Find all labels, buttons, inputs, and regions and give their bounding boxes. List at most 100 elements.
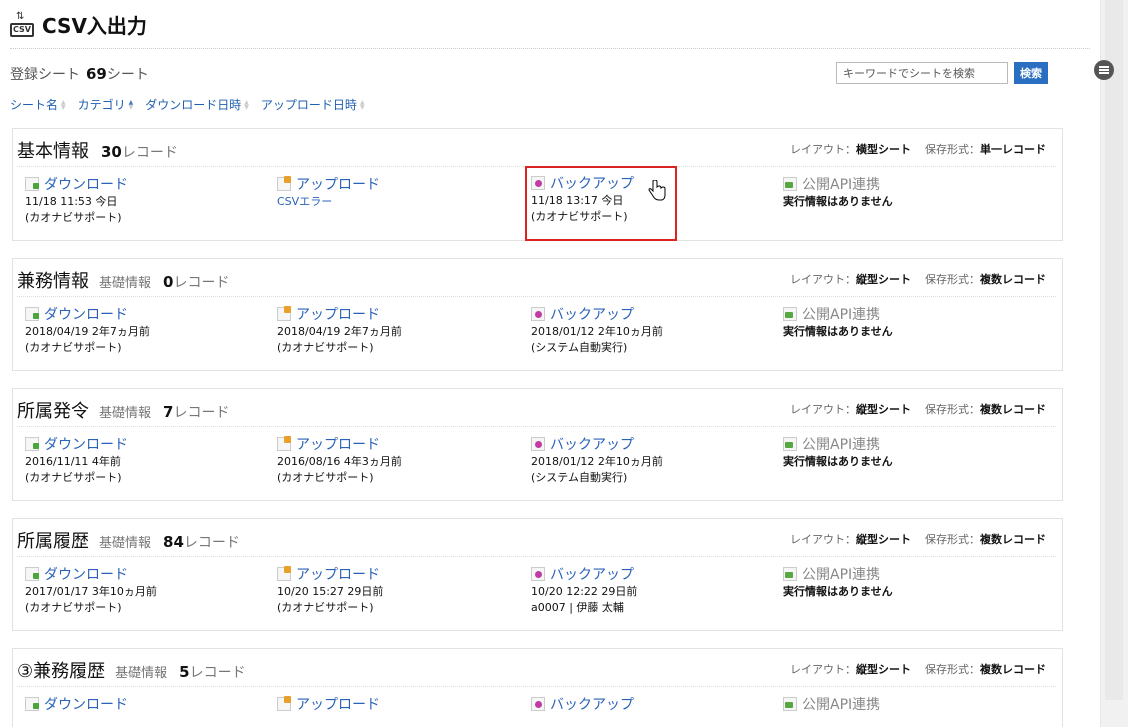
backup-link[interactable]: バックアップ [531, 564, 771, 584]
sort-item[interactable]: カテゴリ ▲ ▼ [78, 96, 134, 113]
scrollbar-thumb[interactable] [1105, 0, 1123, 700]
api-column: 公開API連携 実行情報はありません [783, 174, 1023, 210]
backup-link[interactable]: バックアップ [531, 434, 771, 454]
upload-link[interactable]: アップロード [277, 434, 517, 454]
api-icon [783, 437, 797, 451]
backup-label: バックアップ [550, 567, 634, 583]
download-label: ダウンロード [44, 437, 128, 453]
record-count: 84 [163, 533, 184, 551]
api-status: 実行情報はありません [783, 325, 893, 338]
backup-column: バックアップ [531, 694, 771, 714]
format-label: 保存形式： [925, 273, 980, 286]
download-column: ダウンロード 2018/04/19 2年7ヵ月前 (カオナビサポート) [25, 304, 265, 356]
layout-label: レイアウト： [790, 403, 856, 416]
upload-link[interactable]: アップロード [277, 564, 517, 584]
sort-bar: シート名 ▲ ▼ カテゴリ ▲ ▼ ダウンロード日時 ▲ ▼ アップロード日時 ▲ ▼ [10, 96, 377, 113]
format-value: 複数レコード [980, 533, 1046, 546]
api-column: 公開API連携 [783, 694, 1023, 714]
download-icon [25, 567, 39, 581]
sheet-name[interactable]: 兼務情報 [17, 267, 89, 293]
sheet-meta: レイアウト：縦型シート 保存形式：複数レコード [790, 401, 1046, 417]
upload-label: アップロード [296, 177, 380, 193]
upload-column: アップロード CSVエラー [277, 174, 517, 210]
api-link[interactable]: 公開API連携 [783, 564, 1023, 584]
backup-column: バックアップ 2018/01/12 2年10ヵ月前 (システム自動実行) [531, 434, 771, 486]
sheet-meta: レイアウト：縦型シート 保存形式：複数レコード [790, 271, 1046, 287]
sheet-card: ③兼務履歴 基礎情報 5 レコード レイアウト：縦型シート 保存形式：複数レコード ダウンロ… [12, 648, 1063, 727]
page-header: ⇅ CSV CSV入出力 [10, 10, 147, 39]
sort-item[interactable]: ダウンロード日時 ▲ ▼ [145, 96, 249, 113]
upload-label: アップロード [296, 697, 380, 713]
download-link[interactable]: ダウンロード [25, 174, 265, 194]
format-label: 保存形式： [925, 403, 980, 416]
backup-link[interactable]: バックアップ [531, 694, 771, 714]
summary-unit: シート [106, 67, 149, 83]
upload-icon [277, 176, 291, 191]
backup-user: (システム自動実行) [531, 341, 628, 354]
upload-user: (カオナビサポート) [277, 601, 374, 614]
sheet-name[interactable]: 所属履歴 [17, 527, 89, 553]
sheet-card: 兼務情報 基礎情報 0 レコード レイアウト：縦型シート 保存形式：複数レコードダウンロー… [12, 258, 1063, 371]
upload-date[interactable]: CSVエラー [277, 194, 517, 210]
api-link[interactable]: 公開API連携 [783, 434, 1023, 454]
sheet-card: 所属履歴 基礎情報 84 レコード レイアウト：縦型シート 保存形式：複数レコード ダウンロ… [12, 518, 1063, 631]
api-status: 実行情報はありません [783, 195, 893, 208]
layout-label: レイアウト： [790, 143, 856, 156]
search-input[interactable] [836, 62, 1008, 84]
api-icon [783, 307, 797, 321]
search-button[interactable]: 検索 [1014, 62, 1048, 84]
api-link[interactable]: 公開API連携 [783, 174, 1023, 194]
upload-column: アップロード 2016/08/16 4年3ヵ月前 (カオナビサポート) [277, 434, 517, 486]
sort-item[interactable]: アップロード日時 ▲ ▼ [261, 96, 365, 113]
api-column: 公開API連携実行情報はありません [783, 304, 1023, 340]
record-count: 5 [179, 663, 190, 681]
sort-item[interactable]: シート名 ▲ ▼ [10, 96, 66, 113]
upload-link[interactable]: アップロード [277, 174, 517, 194]
sheet-name[interactable]: 所属発令 [17, 397, 89, 423]
sheet-category: 基礎情報 [115, 666, 168, 681]
download-link[interactable]: ダウンロード [25, 304, 265, 324]
download-user: (カオナビサポート) [25, 211, 122, 224]
sort-arrow-icon: ▲ ▼ [61, 98, 66, 111]
upload-link[interactable]: アップロード [277, 304, 517, 324]
upload-label: アップロード [296, 307, 380, 323]
backup-label: バックアップ [550, 437, 634, 453]
backup-date: 10/20 12:22 29日前 [531, 585, 638, 598]
api-label: 公開API連携 [802, 437, 881, 453]
backup-label: バックアップ [550, 697, 634, 713]
download-column: ダウンロード 11/18 11:53 今日 (カオナビサポート) [25, 174, 265, 226]
format-value: 複数レコード [980, 403, 1046, 416]
api-column: 公開API連携 実行情報はありません [783, 434, 1023, 470]
backup-icon [531, 176, 545, 190]
download-link[interactable]: ダウンロード [25, 564, 265, 584]
record-unit: レコード [183, 535, 240, 551]
sheet-name[interactable]: 基本情報 [17, 137, 89, 163]
backup-link[interactable]: バックアップ [531, 304, 771, 324]
upload-icon [277, 436, 291, 451]
api-label: 公開API連携 [802, 307, 881, 323]
upload-icon [277, 566, 291, 581]
backup-icon [531, 437, 545, 451]
api-link[interactable]: 公開API連携 [783, 694, 1023, 714]
api-column: 公開API連携 実行情報はありません [783, 564, 1023, 600]
menu-icon[interactable] [1094, 60, 1114, 80]
download-link[interactable]: ダウンロード [25, 694, 265, 714]
api-link[interactable]: 公開API連携 [783, 304, 1023, 324]
sheet-card: 基本情報 30 レコード レイアウト：横型シート 保存形式：単一レコード ダウンロード 11… [12, 128, 1063, 241]
download-date: 2016/11/11 4年前 [25, 455, 121, 468]
sheet-card: 所属発令 基礎情報 7 レコード レイアウト：縦型シート 保存形式：複数レコード ダウンロー… [12, 388, 1063, 501]
backup-label: バックアップ [550, 176, 634, 192]
download-user: (カオナビサポート) [25, 601, 122, 614]
upload-link[interactable]: アップロード [277, 694, 517, 714]
download-link[interactable]: ダウンロード [25, 434, 265, 454]
scrollbar[interactable] [1100, 0, 1128, 727]
sheet-name[interactable]: ③兼務履歴 [17, 657, 105, 683]
upload-date: 2018/04/19 2年7ヵ月前 [277, 325, 402, 338]
backup-user: (カオナビサポート) [531, 210, 628, 223]
upload-column: アップロード [277, 694, 517, 714]
sheet-title: 兼務情報 基礎情報 0 レコード [17, 267, 229, 293]
backup-icon [531, 567, 545, 581]
backup-user: (システム自動実行) [531, 471, 628, 484]
sheet-category: 基礎情報 [99, 276, 152, 291]
sheet-meta: レイアウト：縦型シート 保存形式：複数レコード [790, 531, 1046, 547]
